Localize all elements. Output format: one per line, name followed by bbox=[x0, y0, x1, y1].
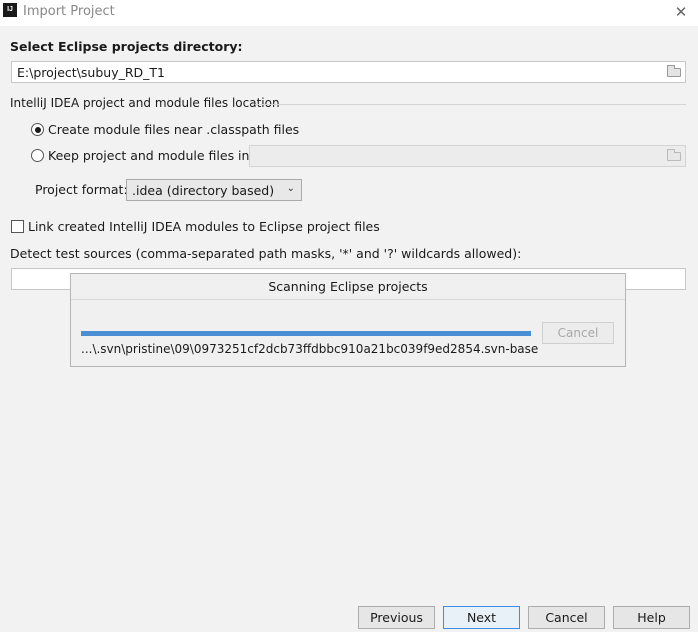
cancel-scan-button[interactable]: Cancel bbox=[542, 322, 614, 344]
close-icon[interactable]: ✕ bbox=[664, 0, 698, 24]
radio-create-near-classpath[interactable] bbox=[31, 123, 44, 136]
link-modules-label: Link created IntelliJ IDEA modules to Ec… bbox=[28, 219, 380, 234]
scanning-dialog-title: Scanning Eclipse projects bbox=[268, 279, 428, 294]
folder-icon[interactable] bbox=[667, 65, 681, 77]
scan-current-path: ...\.svn\pristine\09\0973251cf2dcb73ffdb… bbox=[81, 342, 539, 356]
scan-progress-bar bbox=[81, 331, 531, 336]
section-divider bbox=[255, 104, 686, 105]
project-format-select[interactable]: .idea (directory based) ⌄ bbox=[126, 179, 302, 201]
previous-button[interactable]: Previous bbox=[358, 606, 435, 629]
location-section-label: IntelliJ IDEA project and module files l… bbox=[10, 96, 280, 110]
cancel-button[interactable]: Cancel bbox=[528, 606, 605, 629]
directory-field[interactable]: E:\project\subuy_RD_T1 bbox=[11, 61, 686, 83]
help-button[interactable]: Help bbox=[613, 606, 690, 629]
radio-create-near-label: Create module files near .classpath file… bbox=[48, 122, 300, 137]
radio-keep-label: Keep project and module files in bbox=[48, 148, 250, 163]
next-button[interactable]: Next bbox=[443, 606, 520, 629]
directory-label: Select Eclipse projects directory: bbox=[10, 39, 243, 54]
directory-value: E:\project\subuy_RD_T1 bbox=[17, 65, 166, 80]
chevron-down-icon: ⌄ bbox=[286, 183, 295, 194]
link-modules-checkbox[interactable] bbox=[11, 220, 24, 233]
project-format-value: .idea (directory based) bbox=[132, 183, 275, 198]
scanning-dialog-header: Scanning Eclipse projects bbox=[71, 274, 625, 300]
intellij-app-icon: IJ bbox=[3, 3, 17, 17]
project-format-label: Project format: bbox=[35, 182, 128, 197]
scan-progress-fill bbox=[81, 331, 531, 336]
window-title: Import Project bbox=[23, 4, 115, 19]
keep-path-field[interactable] bbox=[249, 145, 686, 167]
radio-keep-in-folder[interactable] bbox=[31, 149, 44, 162]
scanning-dialog: Scanning Eclipse projects ...\.svn\prist… bbox=[70, 273, 626, 367]
folder-icon[interactable] bbox=[667, 149, 681, 161]
title-bar: IJ Import Project ✕ bbox=[0, 0, 698, 26]
detect-test-sources-label: Detect test sources (comma-separated pat… bbox=[10, 246, 522, 261]
